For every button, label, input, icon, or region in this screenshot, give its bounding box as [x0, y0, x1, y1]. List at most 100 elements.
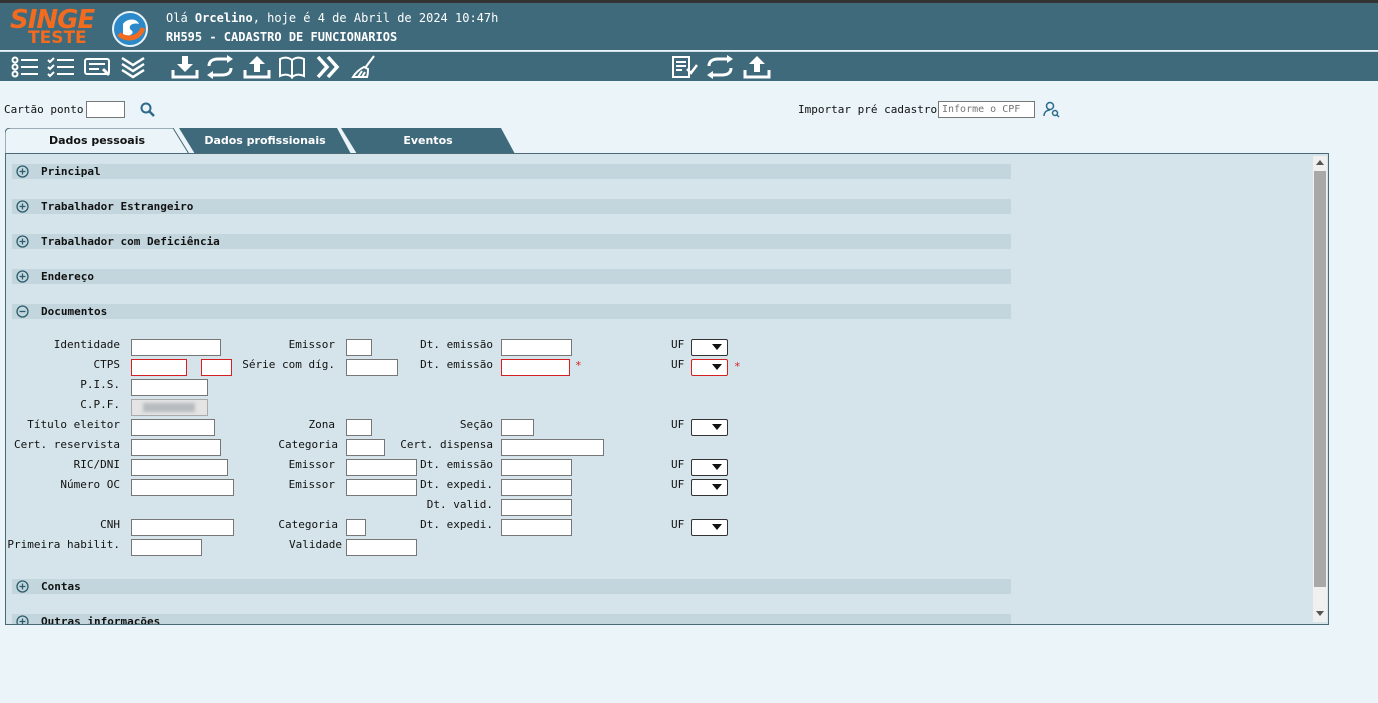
ctps-numero-input[interactable] [131, 359, 187, 376]
tab-dados-pessoais[interactable]: Dados pessoais [5, 128, 189, 154]
titulo-uf-select[interactable] [691, 419, 728, 436]
oc-uf-label: UF [671, 478, 685, 491]
zona-input[interactable] [346, 419, 372, 436]
ctps-serie-input[interactable] [346, 359, 398, 376]
section-documentos[interactable]: Documentos [12, 304, 1011, 319]
tab-eventos[interactable]: Eventos [341, 128, 515, 154]
secao-label: Seção [459, 418, 493, 431]
primeira-habilit-input[interactable] [131, 539, 202, 556]
ric-dt-emissao-input[interactable] [501, 459, 572, 476]
download-icon[interactable] [170, 55, 200, 79]
reservista-categoria-input[interactable] [346, 439, 385, 456]
cnh-label: CNH [100, 518, 120, 531]
dt-emissao-label: Dt. emissão [420, 338, 493, 351]
scroll-up-icon[interactable] [1316, 160, 1324, 165]
zona-label: Zona [308, 418, 336, 431]
oc-uf-select[interactable] [691, 479, 728, 496]
ric-uf-select[interactable] [691, 459, 728, 476]
chevron-down-icon [712, 424, 722, 430]
primeira-habilit-label: Primeira habilit. [7, 538, 120, 551]
card-form-icon[interactable] [83, 55, 113, 79]
vertical-scrollbar[interactable] [1313, 156, 1327, 622]
cert-dispensa-input[interactable] [501, 439, 604, 456]
pis-input[interactable] [131, 379, 208, 396]
brand-globe-icon [112, 11, 148, 47]
ctps-dt-emissao-input[interactable] [501, 359, 570, 376]
chevron-down-icon [712, 464, 722, 470]
chevron-down-icon [712, 364, 722, 370]
ric-dt-emissao-label: Dt. emissão [420, 458, 493, 471]
ctps-uf-label: UF [671, 358, 685, 371]
book-icon[interactable] [277, 55, 307, 79]
oc-dt-valid-input[interactable] [501, 499, 572, 516]
cnh-uf-label: UF [671, 518, 685, 531]
uf-label: UF [671, 338, 685, 351]
plus-circle-icon [16, 200, 29, 213]
cpf-value-redacted [143, 403, 195, 412]
export-icon[interactable] [742, 55, 772, 79]
cnh-categoria-input[interactable] [346, 519, 366, 536]
identidade-input[interactable] [131, 339, 221, 356]
oc-dt-expedi-label: Dt. expedi. [420, 478, 493, 491]
cnh-uf-select[interactable] [691, 519, 728, 536]
tab-bar: Dados pessoais Dados profissionais Event… [5, 128, 525, 154]
cartao-ponto-input[interactable] [86, 101, 125, 118]
emissor-label: Emissor [288, 338, 335, 351]
ric-dni-label: RIC/DNI [73, 458, 120, 471]
scroll-down-icon[interactable] [1316, 611, 1324, 616]
screen-title: RH595 - CADASTRO DE FUNCIONARIOS [166, 30, 398, 44]
identidade-emissor-input[interactable] [346, 339, 372, 356]
titulo-uf-label: UF [671, 418, 685, 431]
scroll-thumb[interactable] [1314, 171, 1326, 587]
numero-oc-input[interactable] [131, 479, 234, 496]
cnh-validade-input[interactable] [346, 539, 417, 556]
singe-logo: SINGE TESTE [10, 5, 95, 48]
forward-icon[interactable] [313, 55, 343, 79]
cert-reservista-input[interactable] [131, 439, 221, 456]
cartao-ponto-label: Cartão ponto [4, 103, 84, 116]
report-icon[interactable] [670, 55, 700, 79]
oc-emissor-label: Emissor [288, 478, 335, 491]
sync-icon[interactable] [705, 55, 735, 79]
section-trabalhador-estrangeiro[interactable]: Trabalhador Estrangeiro [12, 199, 1011, 214]
cnh-input[interactable] [131, 519, 234, 536]
dt-valid-label: Dt. valid. [426, 498, 493, 511]
section-trabalhador-deficiencia[interactable]: Trabalhador com Deficiência [12, 234, 1011, 249]
titulo-eleitor-input[interactable] [131, 419, 215, 436]
search-icon[interactable] [140, 102, 155, 117]
importar-cpf-input[interactable] [938, 101, 1035, 118]
cnh-dt-expedi-input[interactable] [501, 519, 572, 536]
ctps-dt-emissao-label: Dt. emissão [420, 358, 493, 371]
ric-dni-input[interactable] [131, 459, 228, 476]
cert-reservista-label: Cert. reservista [14, 438, 120, 451]
secao-input[interactable] [501, 419, 534, 436]
tab-dados-profissionais[interactable]: Dados profissionais [179, 128, 351, 154]
chevron-down-icon [712, 344, 722, 350]
serie-label: Série com díg. [242, 358, 335, 371]
section-outras-informacoes[interactable]: Outras informações [12, 614, 1011, 624]
cert-dispensa-label: Cert. dispensa [400, 438, 493, 451]
identidade-uf-select[interactable] [691, 339, 728, 356]
section-principal[interactable]: Principal [12, 164, 1011, 179]
section-endereco[interactable]: Endereço [12, 269, 1011, 284]
upload-icon[interactable] [242, 55, 272, 79]
broom-icon[interactable] [350, 55, 380, 79]
expand-all-icon[interactable] [118, 55, 148, 79]
user-search-icon[interactable] [1043, 101, 1060, 118]
minus-circle-icon [16, 305, 29, 318]
cnh-dt-expedi-label: Dt. expedi. [420, 518, 493, 531]
ric-emissor-input[interactable] [346, 459, 417, 476]
identidade-dt-emissao-input[interactable] [501, 339, 572, 356]
oc-dt-expedi-input[interactable] [501, 479, 572, 496]
refresh-icon[interactable] [205, 55, 235, 79]
section-contas[interactable]: Contas [12, 579, 1011, 594]
toolbar [0, 51, 1378, 81]
ctps-uf-code-input[interactable] [201, 359, 232, 376]
checklist-icon[interactable] [46, 55, 76, 79]
greeting: Olá Orcelino, hoje é 4 de Abril de 2024 … [166, 11, 499, 25]
categoria-label: Categoria [278, 438, 338, 451]
ctps-uf-select[interactable] [691, 359, 728, 376]
required-marker: * [575, 359, 582, 372]
oc-emissor-input[interactable] [346, 479, 417, 496]
list-icon[interactable] [10, 55, 40, 79]
